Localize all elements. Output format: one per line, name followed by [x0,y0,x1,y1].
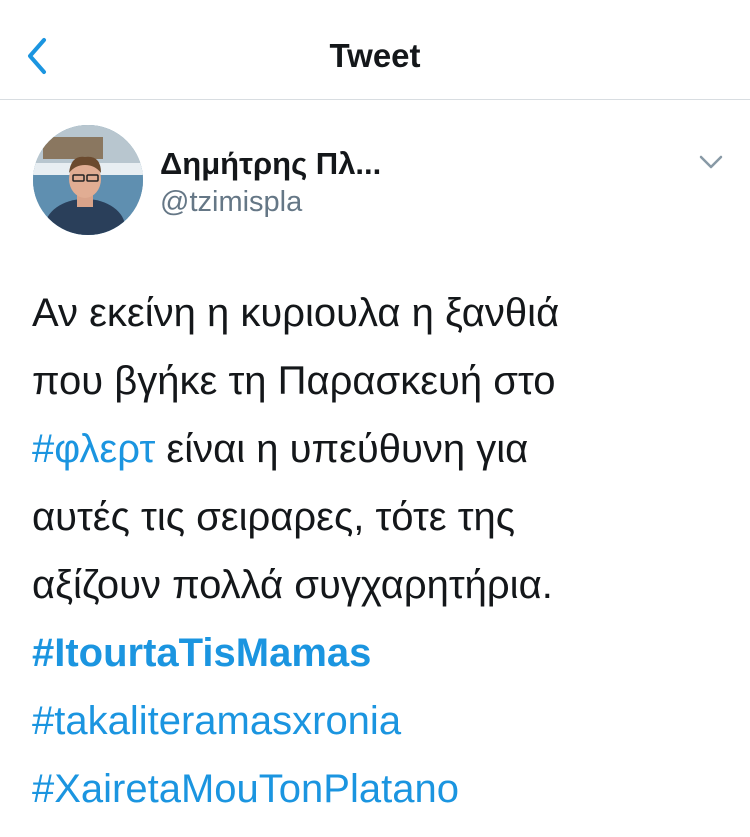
author-display-name[interactable]: Δημήτρης Πλ... [160,145,381,183]
author-handle[interactable]: @tzimispla [160,184,302,220]
hashtag-link[interactable]: #XairetaMouTonPlatano [32,767,459,811]
tweet-options-button[interactable] [693,147,729,177]
tweet-line: #ItourtaTisMamas [32,619,732,687]
hashtag-link[interactable]: #takaliteramasxronia [32,699,401,743]
tweet-line: αξίζουν πολλά συγχαρητήρια. [32,563,553,607]
tweet-text-segment: είναι η υπεύθυνη για [155,427,529,471]
chevron-down-icon [699,155,723,169]
avatar[interactable] [33,125,143,235]
tweet-text: Αν εκείνη η κυριουλα η ξανθιά που βγήκε … [32,279,732,823]
hashtag-link[interactable]: #φλερτ [32,427,155,471]
tweet-line: που βγήκε τη Παρασκευή στο [32,359,556,403]
tweet-line: #φλερτ είναι η υπεύθυνη για [32,415,732,483]
tweet-line: #takaliteramasxronia [32,687,732,755]
tweet-line: Αν εκείνη η κυριουλα η ξανθιά [32,291,560,335]
page-title: Tweet [329,37,421,74]
tweet-author: Δημήτρης Πλ... @tzimispla [33,125,723,237]
top-nav-bar: Tweet [0,0,750,100]
tweet-line: αυτές τις σειραρες, τότε της [32,495,516,539]
hashtag-link[interactable]: #ItourtaTisMamas [32,631,371,675]
tweet-line: #XairetaMouTonPlatano [32,755,732,823]
